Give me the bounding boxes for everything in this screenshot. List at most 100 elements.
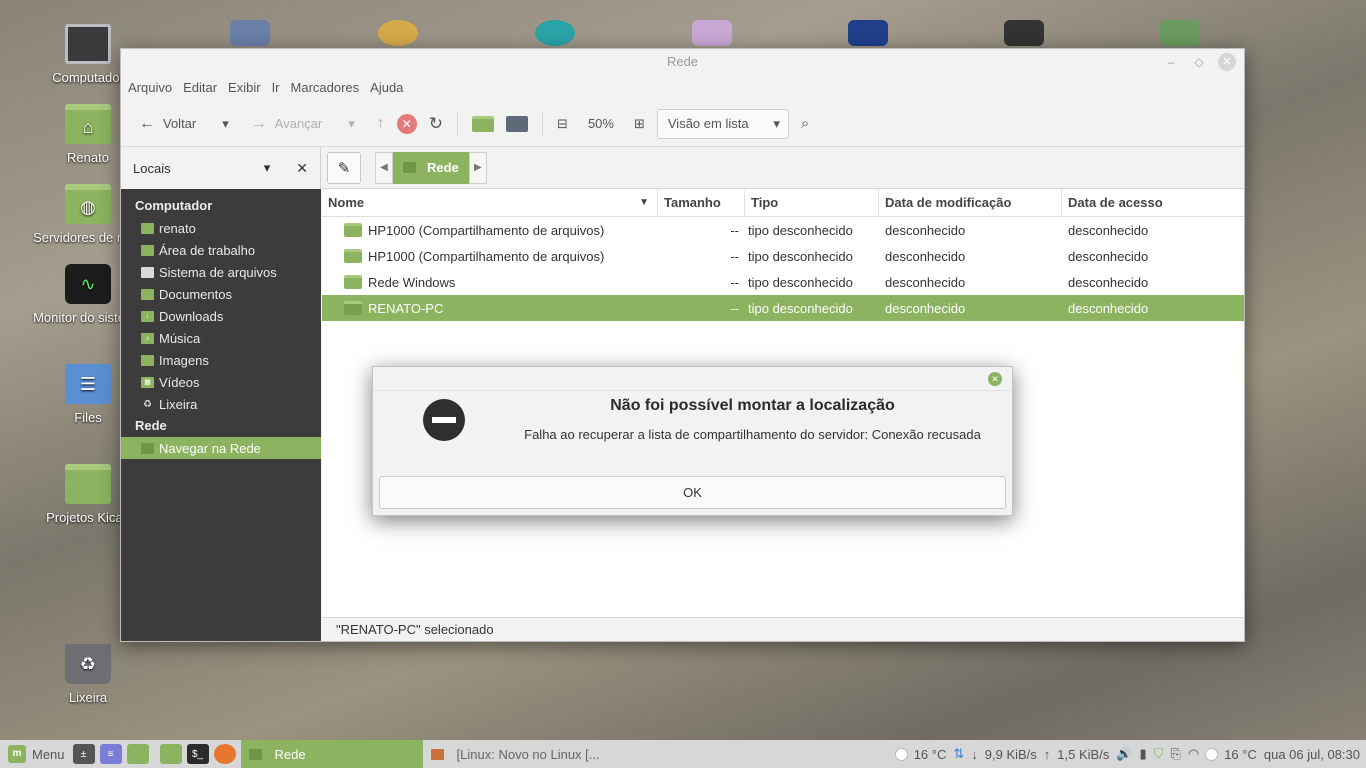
network-activity-icon[interactable]: ⇅ bbox=[953, 746, 964, 762]
caret-down-icon: ▾ bbox=[773, 115, 780, 131]
column-header-modified[interactable]: Data de modificação bbox=[879, 189, 1062, 216]
network-folder-icon bbox=[344, 275, 362, 289]
calculator-icon[interactable]: ± bbox=[72, 744, 95, 764]
forward-history-dropdown[interactable]: ▾ bbox=[342, 109, 361, 139]
reload-button[interactable]: ↻ bbox=[423, 109, 449, 139]
column-header-name[interactable]: Nome ▼ bbox=[322, 189, 658, 216]
sidebar-item-imagens[interactable]: Imagens bbox=[121, 349, 321, 371]
menu-button[interactable]: m Menu bbox=[0, 745, 73, 763]
dialog-titlebar[interactable]: ✕ bbox=[373, 367, 1012, 391]
menu-ir[interactable]: Ir bbox=[272, 75, 288, 101]
back-history-dropdown[interactable]: ▾ bbox=[216, 109, 235, 139]
menu-arquivo[interactable]: Arquivo bbox=[128, 75, 180, 101]
back-button[interactable]: ← Voltar bbox=[133, 109, 202, 139]
sidebar-header: Locais ▾ ✕ bbox=[121, 147, 321, 189]
table-row[interactable]: Rede Windows -- tipo desconhecido descon… bbox=[322, 269, 1244, 295]
path-right-arrow[interactable]: ▶ bbox=[468, 151, 487, 184]
system-monitor-icon: ∿ bbox=[65, 264, 111, 304]
sidebar-type-dropdown[interactable]: ▾ bbox=[264, 160, 271, 176]
sidebar-item-documentos[interactable]: Documentos bbox=[121, 283, 321, 305]
desktop-app-icon bbox=[535, 20, 575, 46]
home-button[interactable] bbox=[466, 109, 500, 139]
menu-ajuda[interactable]: Ajuda bbox=[370, 75, 411, 101]
window-icon[interactable] bbox=[126, 744, 149, 764]
table-row[interactable]: HP1000 (Compartilhamento de arquivos) --… bbox=[322, 217, 1244, 243]
sidebar-item-navegar-na-rede[interactable]: Navegar na Rede bbox=[121, 437, 321, 459]
task-rede[interactable]: Rede bbox=[240, 740, 423, 768]
battery-icon[interactable]: ▮ bbox=[1140, 746, 1147, 762]
close-icon[interactable]: ✕ bbox=[1218, 53, 1236, 71]
text-editor-icon[interactable]: ≡ bbox=[99, 744, 122, 764]
zoom-out-icon: ⊟ bbox=[557, 115, 568, 131]
sidebar-item-lixeira[interactable]: ♻ Lixeira bbox=[121, 393, 321, 415]
firefox-icon[interactable] bbox=[213, 744, 236, 764]
column-header-size[interactable]: Tamanho bbox=[658, 189, 745, 216]
system-tray: 16 °C ⇅ ↓ 9,9 KiB/s ↑ 1,5 KiB/s 🔊 ▮ ⛉ ⎘ … bbox=[895, 746, 1366, 762]
clipboard-icon[interactable]: ⎘ bbox=[1170, 746, 1180, 762]
volume-icon[interactable]: 🔊 bbox=[1116, 746, 1132, 762]
edit-location-button[interactable]: ✎ bbox=[327, 151, 361, 184]
row-name: HP1000 (Compartilhamento de arquivos) bbox=[368, 248, 605, 264]
sidebar-close-icon[interactable]: ✕ bbox=[296, 160, 308, 177]
sidebar-item-videos[interactable]: ▦ Vídeos bbox=[121, 371, 321, 393]
sidebar-item-renato[interactable]: renato bbox=[121, 217, 321, 239]
breadcrumb-rede[interactable]: Rede bbox=[393, 151, 469, 184]
view-mode-select[interactable]: Visão em lista ▾ bbox=[656, 108, 789, 139]
menu-label: Menu bbox=[32, 746, 65, 762]
network-folder-icon bbox=[141, 442, 154, 454]
sidebar-item-sistema-de-arquivos[interactable]: Sistema de arquivos bbox=[121, 261, 321, 283]
videos-folder-icon: ▦ bbox=[141, 376, 154, 388]
shield-icon[interactable]: ⛉ bbox=[1154, 746, 1164, 762]
minimize-icon[interactable]: – bbox=[1162, 53, 1180, 71]
table-row[interactable]: HP1000 (Compartilhamento de arquivos) --… bbox=[322, 243, 1244, 269]
zoom-in-button[interactable]: ⊞ bbox=[628, 109, 651, 139]
forward-button[interactable]: → Avançar bbox=[245, 109, 328, 139]
weather-right: 16 °C bbox=[1224, 746, 1257, 762]
row-type: tipo desconhecido bbox=[748, 248, 853, 264]
computer-button[interactable] bbox=[500, 109, 534, 139]
task-browser[interactable]: [Linux: Novo no Linux [... bbox=[423, 740, 613, 768]
desktop-icon-lixeira[interactable]: ♻ Lixeira bbox=[28, 644, 148, 705]
maximize-icon[interactable]: ◇ bbox=[1190, 53, 1208, 71]
sidebar-item-musica[interactable]: ♪ Música bbox=[121, 327, 321, 349]
wifi-icon[interactable]: ◠ bbox=[1188, 746, 1199, 762]
network-folder-icon bbox=[344, 301, 362, 315]
weather-icon[interactable] bbox=[895, 748, 907, 760]
sidebar-item-downloads[interactable]: ↓ Downloads bbox=[121, 305, 321, 327]
trash-icon: ♻ bbox=[143, 398, 152, 410]
zoom-out-button[interactable]: ⊟ bbox=[551, 109, 574, 139]
row-accessed: desconhecido bbox=[1068, 300, 1149, 316]
column-header-type[interactable]: Tipo bbox=[745, 189, 879, 216]
sidebar-item-area-de-trabalho[interactable]: Área de trabalho bbox=[121, 239, 321, 261]
file-manager-window: Rede – ◇ ✕ Arquivo Editar Exibir Ir Marc… bbox=[120, 48, 1245, 642]
sidebar-item-label: Documentos bbox=[159, 286, 232, 302]
clock[interactable]: qua 06 jul, 08:30 bbox=[1264, 747, 1360, 762]
folder-icon[interactable] bbox=[159, 744, 182, 764]
sidebar-item-label: renato bbox=[159, 220, 196, 236]
menu-exibir[interactable]: Exibir bbox=[228, 75, 269, 101]
menubar: Arquivo Editar Exibir Ir Marcadores Ajud… bbox=[121, 75, 1244, 101]
stop-button[interactable]: ✕ bbox=[391, 109, 423, 139]
weather-icon[interactable] bbox=[1206, 748, 1218, 760]
row-accessed: desconhecido bbox=[1068, 222, 1149, 238]
task-label: Rede bbox=[274, 746, 306, 762]
chevron-right-icon: ▶ bbox=[473, 162, 482, 173]
file-cabinet-icon: ☰ bbox=[65, 364, 111, 404]
column-header-accessed[interactable]: Data de acesso bbox=[1062, 189, 1244, 216]
row-name: RENATO-PC bbox=[368, 300, 444, 316]
menu-marcadores[interactable]: Marcadores bbox=[291, 75, 368, 101]
search-icon: ⌕ bbox=[800, 115, 810, 132]
terminal-icon[interactable]: $_ bbox=[186, 744, 209, 764]
close-icon[interactable]: ✕ bbox=[988, 372, 1002, 386]
up-button[interactable]: ↑ bbox=[371, 109, 391, 139]
menu-editar[interactable]: Editar bbox=[183, 75, 225, 101]
search-button[interactable]: ⌕ bbox=[795, 109, 815, 139]
drive-icon bbox=[141, 266, 154, 278]
network-folder-icon: ◍ bbox=[65, 184, 111, 224]
list-header: Nome ▼ Tamanho Tipo Data de modificação D… bbox=[322, 189, 1244, 217]
ok-button[interactable]: OK bbox=[379, 476, 1006, 509]
trash-icon: ♻ bbox=[65, 644, 111, 684]
table-row-selected[interactable]: RENATO-PC -- tipo desconhecido desconhec… bbox=[322, 295, 1244, 321]
path-left-arrow[interactable]: ◀ bbox=[375, 151, 393, 184]
window-titlebar[interactable]: Rede – ◇ ✕ bbox=[121, 49, 1244, 75]
